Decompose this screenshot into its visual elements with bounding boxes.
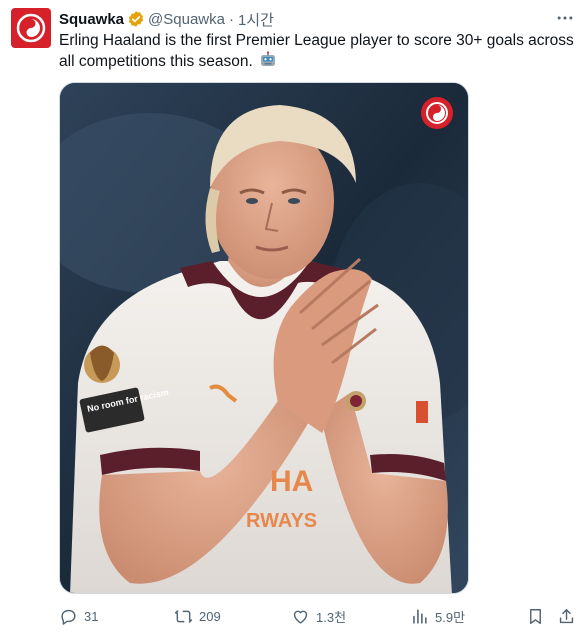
reply-icon (61, 609, 76, 625)
like-count: 1.3천 (316, 609, 347, 625)
robot-emoji-icon (261, 51, 276, 66)
bookmark-icon (530, 608, 541, 624)
more-icon (557, 16, 573, 20)
sponsor-text-bottom: RWAYS (246, 510, 317, 532)
bookmark-button[interactable] (526, 604, 551, 628)
author-handle[interactable]: @Squawka (148, 11, 225, 28)
repost-count: 209 (199, 608, 221, 624)
repost-icon (174, 609, 193, 623)
sponsor-text-top: HA (270, 465, 313, 498)
timestamp[interactable]: 1시간 (238, 9, 274, 30)
views-button[interactable]: 5.9만 (410, 604, 465, 628)
tweet-text: Erling Haaland is the first Premier Leag… (59, 30, 574, 72)
separator-dot: · (228, 10, 234, 28)
share-icon (559, 608, 574, 623)
tweet-text-body: Erling Haaland is the first Premier Leag… (59, 32, 574, 70)
tweet-header: Squawka @Squawka · 1시간 (59, 8, 274, 30)
views-chart-icon (413, 608, 427, 624)
author-name[interactable]: Squawka (59, 11, 124, 28)
player-photo: No room for racism HA RWAYS (60, 83, 468, 593)
verified-badge-icon (128, 11, 144, 27)
like-button[interactable]: 1.3천 (291, 604, 346, 628)
squawka-logo-icon (16, 13, 46, 43)
share-button[interactable] (557, 604, 582, 628)
reply-count: 31 (84, 608, 99, 624)
reply-button[interactable]: 31 (59, 604, 98, 628)
heart-icon (293, 610, 308, 624)
tweet-media-image[interactable]: No room for racism HA RWAYS (59, 82, 469, 594)
tweet-actions: 31 209 1.3천 5.9만 (59, 604, 581, 628)
views-count: 5.9만 (435, 609, 466, 625)
avatar[interactable] (11, 8, 51, 48)
repost-button[interactable]: 209 (174, 604, 221, 628)
squawka-watermark-icon (421, 97, 453, 129)
more-options-button[interactable] (551, 6, 579, 30)
